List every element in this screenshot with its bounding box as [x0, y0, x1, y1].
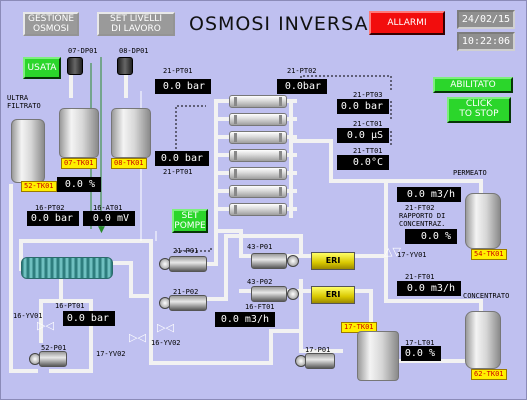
ultra-filtrato-label: ULTRA FILTRATO [7, 94, 41, 110]
set-pompe-button[interactable]: SET POMPE [172, 209, 208, 233]
click-to-stop-button[interactable]: CLICK TO STOP [447, 97, 511, 123]
rapporto-label: RAPPORTO DI CONCENTRAZ. [399, 212, 446, 228]
eri-1-icon[interactable]: ERI [311, 252, 355, 270]
hmi-screen: GESTIONE OSMOSI SET LIVELLI DI LAVORO OS… [0, 0, 527, 400]
pump-43-p02-icon[interactable] [251, 286, 287, 302]
pt03-21-tag: 21-PT03 [353, 91, 383, 99]
pt01-21-mid-tag: 21-PT01 [163, 168, 193, 176]
date-display: 24/02/15 [457, 10, 515, 29]
ft01-16-tag: 16-FT01 [245, 303, 275, 311]
tank-52-icon[interactable] [11, 119, 45, 183]
at01-16-value: 0.0 mV [83, 211, 135, 226]
pump-17-icon[interactable] [305, 353, 335, 369]
membrane-2 [229, 113, 287, 126]
set-livelli-button[interactable]: SET LIVELLI DI LAVORO [97, 12, 175, 36]
tank-17-level: 0.0 % [401, 346, 441, 361]
doser-08-label: 08-DP01 [119, 47, 149, 55]
pump-52-icon[interactable] [39, 351, 67, 367]
pt01-16-tag: 16-PT01 [55, 302, 85, 310]
tank-52-label: 52-TK01 [21, 181, 57, 192]
time-display: 10:22:06 [457, 32, 515, 51]
ft01-21-tag: 21-FT01 [405, 273, 435, 281]
yv02-17-tag: 17-YV02 [96, 350, 126, 358]
membrane-5 [229, 167, 287, 180]
pt01-21-top-value: 0.0 bar [155, 79, 211, 94]
pt03-21-value: 0.0 bar [337, 99, 389, 114]
yv01-17-tag: 17-YV01 [397, 251, 427, 259]
ct01-21-tag: 21-CT01 [353, 120, 383, 128]
valve-16-yv02-icon[interactable]: ▷◁ [157, 322, 174, 333]
membrane-6 [229, 185, 287, 198]
tank-52-level: 0.0 % [57, 177, 101, 192]
rapporto-value: 0.0 % [405, 229, 457, 244]
concentrato-label: CONCENTRATO [463, 292, 510, 300]
pump-43-p01-tag: 43-P01 [247, 243, 273, 251]
tt01-21-tag: 21-TT01 [353, 147, 383, 155]
yv02-16-tag: 16-YV02 [151, 339, 181, 347]
page-title: OSMOSI INVERSA [189, 13, 369, 35]
tank-07-icon[interactable] [59, 108, 99, 158]
pt02-16-value: 0.0 bar [27, 211, 79, 226]
pump-43-p02-tag: 43-P02 [247, 278, 273, 286]
pump-21-p01-icon[interactable] [169, 256, 207, 272]
tank-08-label: 08-TK01 [111, 158, 147, 169]
tank-62-label: 62-TK01 [471, 369, 507, 380]
membrane-7 [229, 203, 287, 216]
pump-43-p02-head-icon [287, 288, 299, 300]
membrane-1 [229, 95, 287, 108]
membrane-3 [229, 131, 287, 144]
valve-17-yv02-icon[interactable]: ▷◁ [129, 332, 146, 343]
tank-07-label: 07-TK01 [61, 158, 97, 169]
pt02-21-value: 0.0bar [277, 79, 327, 94]
ft02-21-flow-value: 0.0 m3/h [397, 187, 461, 202]
pump-21-p02-icon[interactable] [169, 295, 207, 311]
pump-43-p01-head-icon [287, 255, 299, 267]
pt01-16-value: 0.0 bar [63, 311, 115, 326]
doser-07-icon[interactable] [67, 57, 83, 75]
usata-button[interactable]: USATA [23, 57, 61, 79]
ft01-16-value: 0.0 m3/h [215, 312, 275, 327]
tank-08-icon[interactable] [111, 108, 151, 158]
pt01-21-mid-value: 0.0 bar [155, 151, 209, 166]
eri-2-icon[interactable]: ERI [311, 286, 355, 304]
heat-exchanger-icon[interactable] [21, 257, 113, 279]
doser-07-label: 07-DP01 [68, 47, 98, 55]
tank-54-label: 54-TK01 [471, 249, 507, 260]
pt02-21-tag: 21-PT02 [287, 67, 317, 75]
permeato-label: PERMEATO [453, 169, 487, 177]
tank-62-icon[interactable] [465, 311, 501, 369]
tank-54-icon[interactable] [465, 193, 501, 249]
tank-17-icon[interactable] [357, 331, 399, 381]
tt01-21-value: 0.0°C [337, 155, 389, 170]
abilitato-status: ABILITATO [433, 77, 513, 93]
ft02-21-tag: 21-FT02 [405, 204, 435, 212]
pt01-21-top-tag: 21-PT01 [163, 67, 193, 75]
allarmi-button[interactable]: ALLARMI [369, 11, 445, 35]
membrane-4 [229, 149, 287, 162]
gestione-osmosi-button[interactable]: GESTIONE OSMOSI [23, 12, 79, 36]
pump-43-p01-icon[interactable] [251, 253, 287, 269]
valve-16-yv01-icon[interactable]: ▷◁ [37, 320, 54, 331]
ft01-21-value: 0.0 m3/h [397, 281, 461, 296]
ct01-21-value: 0.0 µS [337, 128, 389, 143]
flow-arrow-icon: ▼ [98, 225, 105, 235]
pump-21-p01-tag: 21-P01 [173, 247, 199, 255]
doser-08-icon[interactable] [117, 57, 133, 75]
